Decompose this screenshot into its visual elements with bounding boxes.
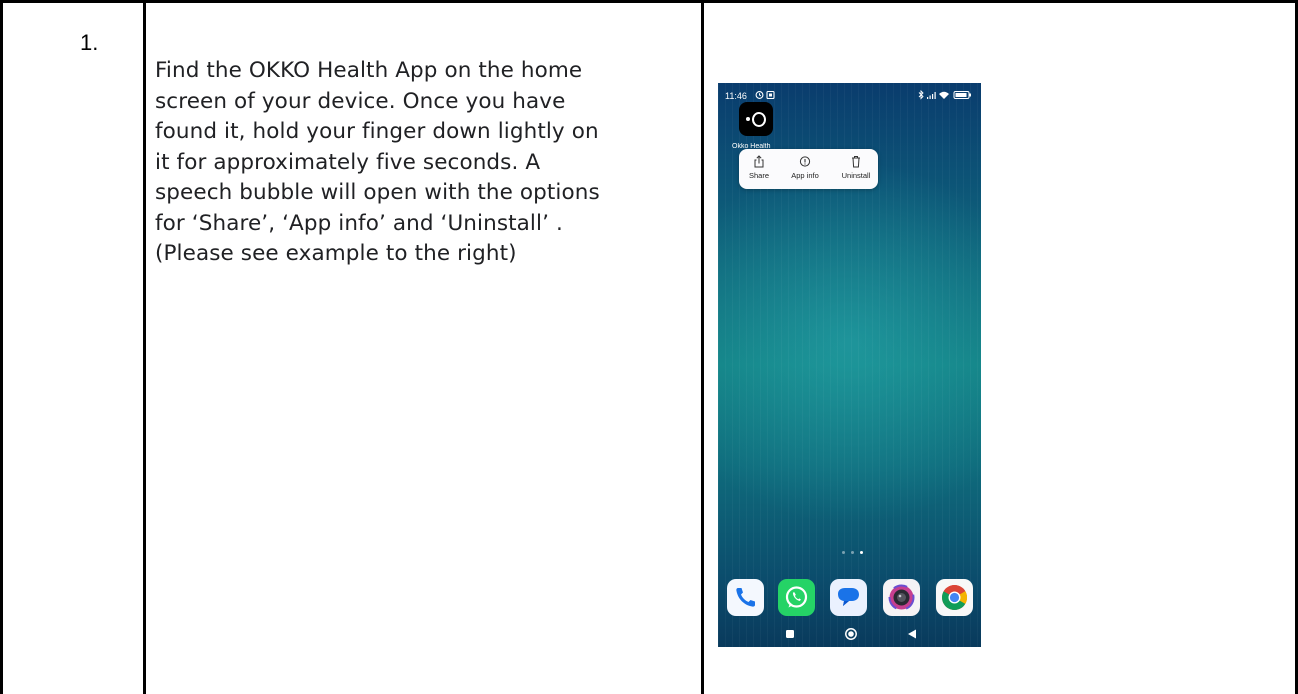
- uninstall-option[interactable]: Uninstall: [837, 155, 875, 180]
- share-label: Share: [748, 171, 769, 180]
- page-dot: [851, 551, 854, 554]
- recents-icon: [786, 630, 794, 638]
- instruction-line: speech bubble will open with the options: [155, 180, 600, 205]
- bluetooth-icon: [918, 89, 924, 100]
- share-option[interactable]: Share: [748, 155, 770, 180]
- alarm-icon: [755, 90, 777, 102]
- instruction-text: Find the OKKO Health App on the home scr…: [155, 56, 695, 270]
- app-dock: [718, 579, 981, 617]
- instruction-page: 1. Find the OKKO Health App on the home …: [0, 0, 1298, 694]
- uninstall-label: Uninstall: [841, 171, 871, 180]
- instruction-line: (Please see example to the right): [155, 241, 517, 266]
- app-info-label: App info: [791, 171, 819, 180]
- phone-screenshot: 11:46 Okko Health Share App info Uninsta…: [718, 83, 981, 647]
- wifi-icon: [939, 91, 949, 99]
- phone-app-icon[interactable]: [727, 579, 764, 616]
- table-border-left: [0, 0, 3, 694]
- status-time: 11:46: [725, 91, 747, 101]
- table-divider-2: [701, 0, 704, 694]
- instruction-line: found it, hold your finger down lightly …: [155, 119, 599, 144]
- table-divider-1: [143, 0, 146, 694]
- instruction-line: screen of your device. Once you have: [155, 88, 566, 114]
- back-icon: [908, 629, 916, 639]
- trash-icon: [837, 155, 875, 169]
- info-icon: [785, 155, 825, 169]
- instruction-line: for ‘Share’, ‘App info’ and ‘Uninstall’ …: [155, 210, 563, 236]
- chrome-app-icon[interactable]: [936, 579, 973, 616]
- okko-health-app-icon[interactable]: [739, 102, 773, 136]
- app-context-popup: Share App info Uninstall: [739, 149, 878, 189]
- page-indicator: [842, 551, 872, 557]
- instruction-line: Find the OKKO Health App on the home: [155, 58, 583, 83]
- whatsapp-app-icon[interactable]: [778, 579, 815, 616]
- camera-app-icon[interactable]: [883, 579, 920, 616]
- messages-app-icon[interactable]: [830, 579, 867, 616]
- app-info-option[interactable]: App info: [785, 155, 825, 180]
- instruction-line: it for approximately five seconds. A: [155, 149, 541, 175]
- navigation-bar: [718, 623, 981, 647]
- share-icon: [748, 155, 770, 169]
- status-icons: [917, 89, 973, 102]
- step-number: 1.: [80, 30, 99, 55]
- page-dot: [842, 551, 845, 554]
- table-border-top: [0, 0, 1298, 3]
- page-dot-active: [860, 551, 863, 554]
